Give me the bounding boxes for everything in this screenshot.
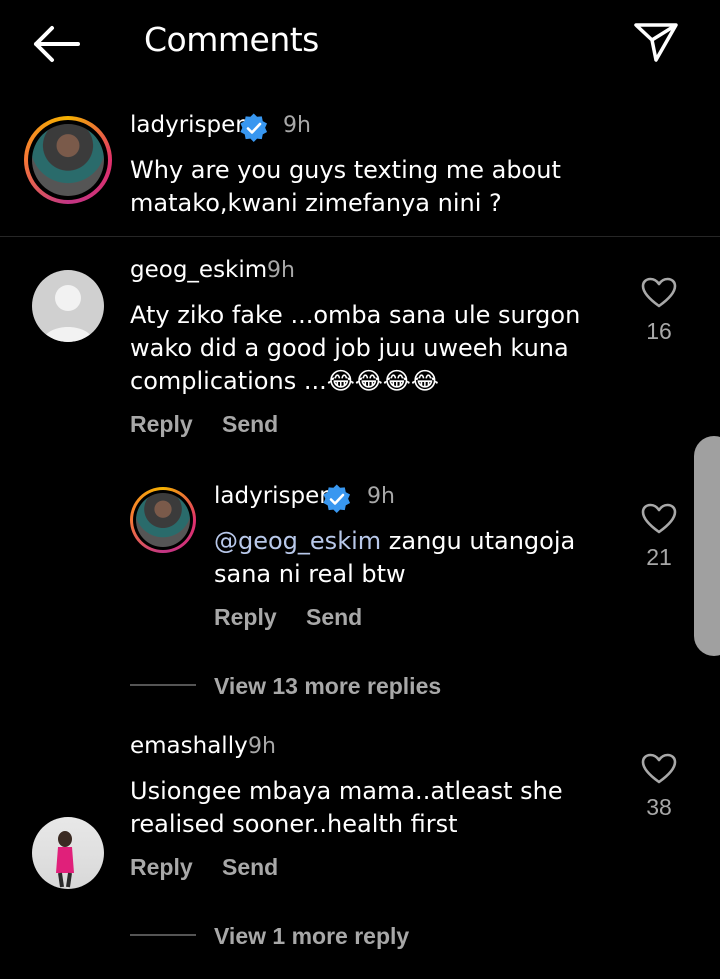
- reply-time: 9h: [367, 484, 395, 509]
- caption-divider: [0, 236, 720, 237]
- caption-time: 9h: [283, 113, 311, 138]
- reply-text-line2: sana ni real btw: [214, 560, 406, 588]
- heart-icon: [641, 753, 677, 784]
- send-button[interactable]: Send: [306, 604, 362, 631]
- verified-badge-icon: [239, 113, 269, 143]
- comment-username[interactable]: geog_eskim: [130, 257, 267, 283]
- reply-button[interactable]: Reply: [214, 604, 277, 631]
- view-more-replies-button[interactable]: View 13 more replies: [214, 673, 441, 700]
- default-user-icon: [42, 285, 94, 342]
- comment-text-line3: complications ...😂😂😂😂: [130, 367, 439, 395]
- comment-text-line2: wako did a good job juu uweeh kuna: [130, 334, 569, 362]
- comment-text-line1: Usiongee mbaya mama..atleast she: [130, 777, 563, 805]
- arrow-left-icon: [34, 26, 80, 62]
- reply-text: zangu utangoja: [381, 527, 576, 555]
- heart-icon: [641, 503, 677, 534]
- avatar-image: [32, 124, 104, 196]
- comment-time: 9h: [267, 258, 295, 283]
- like-count: 16: [646, 318, 672, 344]
- avatar-image: [136, 493, 190, 547]
- view-more-replies-button[interactable]: View 1 more reply: [214, 923, 409, 950]
- back-button[interactable]: [30, 24, 82, 64]
- like-button[interactable]: [641, 503, 677, 535]
- view-replies-line: [130, 684, 196, 686]
- scroll-handle[interactable]: [694, 436, 720, 656]
- comment-avatar[interactable]: [32, 817, 104, 889]
- like-button[interactable]: [641, 753, 677, 785]
- view-replies-line: [130, 934, 196, 936]
- reply-avatar[interactable]: [130, 487, 196, 553]
- caption-text-line1: Why are you guys texting me about: [130, 156, 561, 184]
- comment-text-line1: Aty ziko fake ...omba sana ule surgon: [130, 301, 581, 329]
- caption-avatar[interactable]: [24, 116, 112, 204]
- page-title: Comments: [144, 20, 319, 59]
- heart-icon: [641, 277, 677, 308]
- comment-text-line2: realised sooner..health first: [130, 810, 458, 838]
- like-count: 38: [646, 794, 672, 820]
- paper-plane-icon: [634, 23, 678, 62]
- reply-button[interactable]: Reply: [130, 854, 193, 881]
- comment-time: 9h: [248, 734, 276, 759]
- like-count: 21: [646, 544, 672, 570]
- reply-text-line1: @geog_eskim zangu utangoja: [214, 525, 575, 558]
- verified-badge-icon: [322, 484, 352, 514]
- avatar-image: [56, 831, 74, 888]
- mention-link[interactable]: @geog_eskim: [214, 527, 381, 555]
- send-button[interactable]: Send: [222, 854, 278, 881]
- reply-username[interactable]: ladyrisper: [214, 483, 329, 509]
- send-button[interactable]: Send: [222, 411, 278, 438]
- comment-username[interactable]: emashally: [130, 733, 248, 759]
- comment-avatar[interactable]: [32, 270, 104, 342]
- caption-username[interactable]: ladyrisper: [130, 112, 245, 138]
- like-button[interactable]: [641, 277, 677, 309]
- share-button[interactable]: [632, 20, 680, 64]
- reply-button[interactable]: Reply: [130, 411, 193, 438]
- caption-text-line2: matako,kwani zimefanya nini ?: [130, 189, 502, 217]
